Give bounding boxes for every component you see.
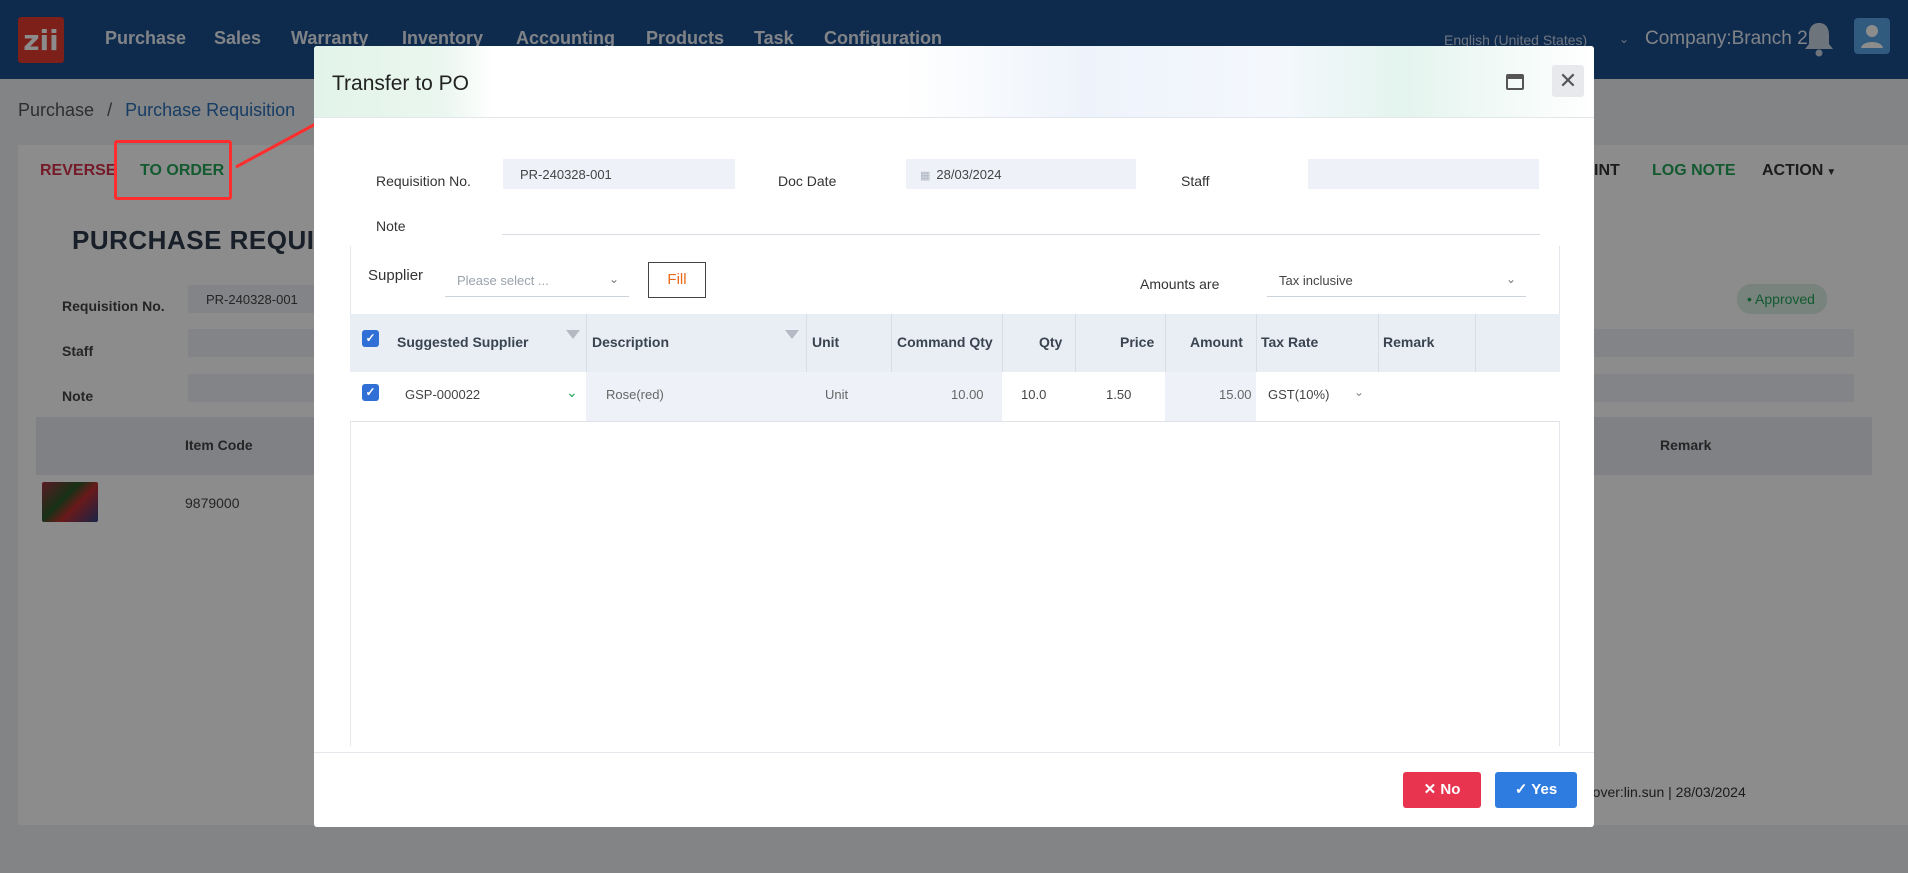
maximize-icon[interactable] xyxy=(1506,74,1524,90)
dialog-footer-divider xyxy=(314,752,1594,753)
column-divider xyxy=(1002,314,1003,372)
doc-date-label: Doc Date xyxy=(778,173,837,189)
col-amount[interactable]: Amount xyxy=(1190,334,1243,350)
column-divider xyxy=(1256,314,1257,372)
readonly-cell-bg xyxy=(891,372,1002,421)
amount-cell: 15.00 xyxy=(1219,387,1252,402)
column-divider xyxy=(891,314,892,372)
annotation-highlight-box xyxy=(114,140,232,200)
column-divider xyxy=(1475,314,1476,372)
unit-cell: Unit xyxy=(825,387,849,402)
column-divider xyxy=(1075,314,1076,372)
filter-icon[interactable] xyxy=(566,330,580,339)
col-description[interactable]: Description xyxy=(592,334,669,350)
tax-rate-select[interactable]: GST(10%) xyxy=(1268,387,1329,402)
dialog-title: Transfer to PO xyxy=(332,72,469,95)
chevron-down-icon: ⌄ xyxy=(608,272,619,286)
amounts-label: Amounts are xyxy=(1140,276,1220,292)
yes-button[interactable]: ✓ Yes xyxy=(1495,772,1577,808)
amounts-value: Tax inclusive xyxy=(1279,273,1353,288)
close-icon: ✕ xyxy=(1423,781,1437,798)
col-suggested-supplier[interactable]: Suggested Supplier xyxy=(397,334,528,350)
chevron-down-icon[interactable]: ⌄ xyxy=(566,384,578,401)
supplier-cell[interactable]: GSP-000022 xyxy=(405,387,480,402)
col-price[interactable]: Price xyxy=(1120,334,1154,350)
modal-note-field[interactable] xyxy=(502,234,1540,235)
row-checkbox[interactable]: ✓ xyxy=(362,384,379,401)
modal-requisition-field: PR-240328-001 xyxy=(503,159,735,189)
no-button[interactable]: ✕ No xyxy=(1403,772,1481,808)
fill-button[interactable]: Fill xyxy=(648,262,706,298)
modal-staff-label: Staff xyxy=(1181,173,1210,189)
column-divider xyxy=(1378,314,1379,372)
transfer-to-po-dialog: Transfer to PO ✕ Requisition No. PR-2403… xyxy=(314,46,1594,827)
col-command-qty[interactable]: Command Qty xyxy=(897,334,993,350)
column-divider xyxy=(806,314,807,372)
amounts-select[interactable]: Tax inclusive ⌄ xyxy=(1267,263,1526,297)
close-icon: ✕ xyxy=(1558,68,1578,93)
col-remark[interactable]: Remark xyxy=(1383,334,1434,350)
supplier-placeholder: Please select ... xyxy=(457,273,549,288)
modal-staff-field[interactable] xyxy=(1308,159,1539,189)
dialog-header: Transfer to PO ✕ xyxy=(314,46,1594,118)
doc-date-field[interactable]: ▦ 28/03/2024 xyxy=(906,159,1136,189)
close-button[interactable]: ✕ xyxy=(1552,65,1584,97)
col-qty[interactable]: Qty xyxy=(1039,334,1062,350)
column-divider xyxy=(1165,314,1166,372)
col-tax-rate[interactable]: Tax Rate xyxy=(1261,334,1318,350)
price-input[interactable]: 1.50 xyxy=(1106,387,1131,402)
check-icon: ✓ xyxy=(1514,781,1528,798)
supplier-select[interactable]: Please select ... ⌄ xyxy=(445,263,629,297)
calendar-icon: ▦ xyxy=(920,170,931,182)
chevron-down-icon: ⌄ xyxy=(1505,272,1516,286)
chevron-down-icon[interactable]: ⌄ xyxy=(1354,385,1364,399)
qty-input[interactable]: 10.0 xyxy=(1021,387,1055,402)
column-divider xyxy=(586,314,587,372)
description-cell: Rose(red) xyxy=(606,387,664,402)
supplier-label: Supplier xyxy=(368,267,424,284)
select-all-checkbox[interactable]: ✓ xyxy=(362,330,379,347)
modal-note-label: Note xyxy=(376,218,406,234)
command-qty-cell: 10.00 xyxy=(951,387,984,402)
modal-requisition-label: Requisition No. xyxy=(376,173,471,189)
filter-icon[interactable] xyxy=(785,330,799,339)
col-unit[interactable]: Unit xyxy=(812,334,839,350)
